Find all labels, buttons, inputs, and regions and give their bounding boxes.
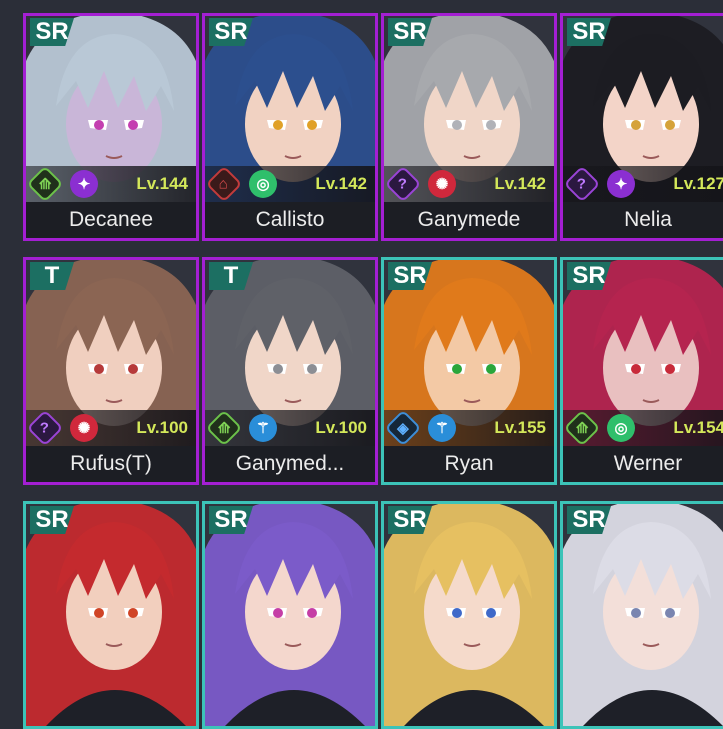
card-info-bar: ⟰ ◎ Lv.154 <box>563 409 723 447</box>
character-card[interactable]: SR? ✦ Lv.127 Nelia <box>560 13 723 241</box>
dark-element-icon: ✦ <box>70 170 98 198</box>
character-name: Callisto <box>205 202 375 238</box>
character-name: Werner <box>563 446 723 482</box>
tank-icon: ◈ <box>384 409 422 447</box>
character-name: Decanee <box>26 202 196 238</box>
unknown-class-icon: ? <box>384 165 422 203</box>
character-card[interactable]: SR <box>560 501 723 729</box>
character-card[interactable]: SR ⟰ ✦ Lv.144 Decanee <box>23 13 199 241</box>
level-label: Lv.100 <box>136 418 188 437</box>
fire-element-icon: ✺ <box>70 414 98 442</box>
dark-element-icon: ✦ <box>607 170 635 198</box>
level-label: Lv.142 <box>494 174 546 193</box>
wind-element-icon: ◎ <box>249 170 277 198</box>
knight-icon: ⟰ <box>563 409 601 447</box>
water-element-icon: ⚚ <box>249 414 277 442</box>
card-info-bar: ◈ ⚚ Lv.155 <box>384 409 554 447</box>
character-portrait <box>384 504 554 726</box>
character-portrait <box>563 504 723 726</box>
level-label: Lv.155 <box>494 418 546 437</box>
character-card[interactable]: SR ◈ ⚚ Lv.155 Ryan <box>381 257 557 485</box>
card-info-bar: ? ✺ Lv.100 <box>26 409 196 447</box>
character-name: Rufus(T) <box>26 446 196 482</box>
level-label: Lv.144 <box>136 174 188 193</box>
character-portrait <box>205 504 375 726</box>
character-card[interactable]: SR ⟰ ◎ Lv.154 Werner <box>560 257 723 485</box>
unknown-class-icon: ? <box>563 165 601 203</box>
character-card[interactable]: SR? ✺ Lv.142 Ganymede <box>381 13 557 241</box>
unknown-class-icon: ? <box>26 409 64 447</box>
support-icon: ⌂ <box>205 165 243 203</box>
level-label: Lv.100 <box>315 418 367 437</box>
card-info-bar: ⟰ ⚚ Lv.100 <box>205 409 375 447</box>
knight-icon: ⟰ <box>26 165 64 203</box>
card-info-bar: ⟰ ✦ Lv.144 <box>26 165 196 203</box>
character-name: Ganymed... <box>205 446 375 482</box>
character-card[interactable]: SR <box>202 501 378 729</box>
character-grid: SR ⟰ ✦ Lv.144 Decanee SR ⌂ ◎ Lv.142 Callisto SR? ✺ L… <box>0 0 723 729</box>
character-card[interactable]: SR <box>23 501 199 729</box>
level-label: Lv.142 <box>315 174 367 193</box>
character-portrait <box>26 504 196 726</box>
character-name: Ryan <box>384 446 554 482</box>
level-label: Lv.127 <box>673 174 723 193</box>
knight-icon: ⟰ <box>205 409 243 447</box>
level-label: Lv.154 <box>673 418 723 437</box>
character-card[interactable]: T ⟰ ⚚ Lv.100 Ganymed... <box>202 257 378 485</box>
water-element-icon: ⚚ <box>428 414 456 442</box>
character-card[interactable]: SR ⌂ ◎ Lv.142 Callisto <box>202 13 378 241</box>
character-card[interactable]: T? ✺ Lv.100 Rufus(T) <box>23 257 199 485</box>
fire-element-icon: ✺ <box>428 170 456 198</box>
card-info-bar: ⌂ ◎ Lv.142 <box>205 165 375 203</box>
card-info-bar: ? ✺ Lv.142 <box>384 165 554 203</box>
character-card[interactable]: SR <box>381 501 557 729</box>
character-name: Ganymede <box>384 202 554 238</box>
wind-element-icon: ◎ <box>607 414 635 442</box>
card-info-bar: ? ✦ Lv.127 <box>563 165 723 203</box>
character-name: Nelia <box>563 202 723 238</box>
